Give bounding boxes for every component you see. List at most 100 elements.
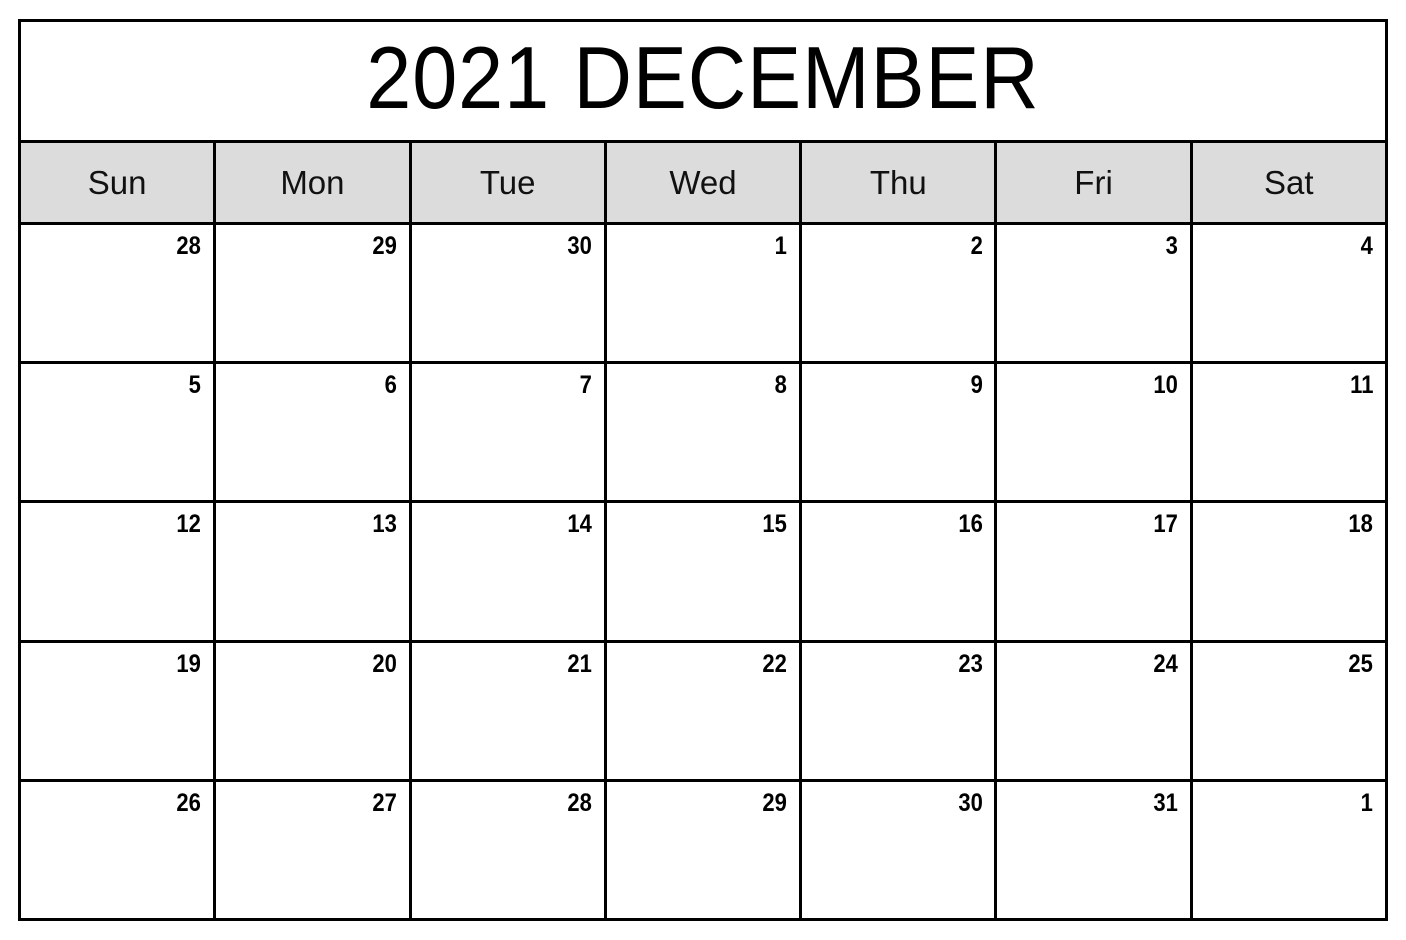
day-cell[interactable]: 30: [802, 781, 998, 919]
day-cell[interactable]: 20: [216, 642, 412, 779]
day-number: 20: [372, 649, 397, 678]
day-cell[interactable]: 30: [411, 225, 607, 362]
day-notes-area[interactable]: [29, 406, 205, 496]
day-notes-area[interactable]: [29, 267, 205, 357]
weekday-header-thursday: Thu: [802, 143, 998, 222]
day-cell[interactable]: 26: [21, 781, 217, 919]
day-cell[interactable]: 24: [997, 642, 1193, 779]
day-notes-area[interactable]: [224, 824, 400, 914]
day-cell[interactable]: 12: [21, 503, 217, 640]
day-number: 5: [189, 371, 202, 400]
day-cell[interactable]: 15: [606, 503, 803, 640]
day-cell[interactable]: 11: [1192, 364, 1385, 501]
day-notes-area[interactable]: [420, 267, 596, 357]
day-number: 29: [762, 788, 788, 817]
weekday-header-sunday: Sun: [21, 143, 217, 222]
day-cell[interactable]: 28: [21, 225, 217, 362]
day-notes-area[interactable]: [615, 545, 791, 635]
day-cell[interactable]: 22: [606, 642, 803, 779]
weekday-header-friday: Fri: [997, 143, 1193, 222]
day-notes-area[interactable]: [615, 824, 791, 914]
day-number: 30: [957, 788, 983, 817]
weekday-header-monday: Mon: [216, 143, 412, 222]
day-notes-area[interactable]: [615, 685, 791, 775]
day-notes-area[interactable]: [29, 545, 205, 635]
day-cell[interactable]: 9: [802, 364, 998, 501]
day-cell[interactable]: 17: [997, 503, 1193, 640]
day-notes-area[interactable]: [1201, 824, 1377, 914]
day-notes-area[interactable]: [1005, 685, 1181, 775]
day-cell[interactable]: 8: [606, 364, 803, 501]
day-notes-area[interactable]: [224, 406, 400, 496]
day-number: 2: [970, 232, 983, 260]
day-notes-area[interactable]: [810, 824, 986, 914]
day-cell[interactable]: 19: [21, 642, 217, 779]
day-notes-area[interactable]: [420, 685, 596, 775]
day-notes-area[interactable]: [615, 406, 791, 496]
day-notes-area[interactable]: [1201, 545, 1377, 635]
day-notes-area[interactable]: [29, 824, 205, 914]
day-cell[interactable]: 18: [1192, 503, 1385, 640]
weekday-label: Mon: [280, 163, 345, 201]
day-number: 15: [762, 510, 788, 539]
day-cell[interactable]: 3: [997, 225, 1193, 362]
day-notes-area[interactable]: [1005, 545, 1181, 635]
day-number: 6: [384, 371, 397, 400]
day-cell[interactable]: 25: [1192, 642, 1385, 779]
day-notes-area[interactable]: [420, 545, 596, 635]
day-number: 28: [176, 232, 202, 260]
day-notes-area[interactable]: [615, 267, 791, 357]
day-notes-area[interactable]: [810, 545, 986, 635]
weekday-header-saturday: Sat: [1192, 143, 1385, 222]
calendar-weeks-body: 28 29 30 1 2 3 4 5 6 7 8 9 10 11 12 13 1…: [21, 225, 1385, 919]
day-cell[interactable]: 29: [606, 781, 803, 919]
day-cell[interactable]: 5: [21, 364, 217, 501]
day-notes-area[interactable]: [810, 267, 986, 357]
day-cell[interactable]: 13: [216, 503, 412, 640]
day-cell[interactable]: 10: [997, 364, 1193, 501]
day-number: 22: [762, 649, 788, 678]
day-number: 10: [1153, 371, 1178, 400]
day-number: 29: [372, 232, 397, 260]
day-notes-area[interactable]: [810, 685, 986, 775]
day-cell[interactable]: 23: [802, 642, 998, 779]
day-notes-area[interactable]: [1201, 267, 1377, 357]
weekday-label: Tue: [479, 163, 536, 201]
week-row: 28 29 30 1 2 3 4: [21, 225, 1385, 365]
weekday-label: Wed: [669, 163, 737, 201]
day-cell[interactable]: 27: [216, 781, 412, 919]
day-notes-area[interactable]: [1201, 406, 1377, 496]
day-notes-area[interactable]: [224, 685, 400, 775]
day-cell[interactable]: 28: [411, 781, 607, 919]
day-notes-area[interactable]: [420, 406, 596, 496]
day-notes-area[interactable]: [1201, 685, 1377, 775]
day-cell[interactable]: 2: [802, 225, 998, 362]
day-notes-area[interactable]: [420, 824, 596, 914]
day-notes-area[interactable]: [29, 685, 205, 775]
day-cell[interactable]: 1: [1192, 781, 1385, 919]
day-cell[interactable]: 31: [997, 781, 1193, 919]
day-cell[interactable]: 29: [216, 225, 412, 362]
day-cell[interactable]: 1: [606, 225, 803, 362]
day-cell[interactable]: 21: [411, 642, 607, 779]
day-notes-area[interactable]: [224, 267, 400, 357]
weekday-header-wednesday: Wed: [606, 143, 803, 222]
day-cell[interactable]: 16: [802, 503, 998, 640]
day-notes-area[interactable]: [224, 545, 400, 635]
weekday-label: Sun: [87, 163, 147, 201]
day-notes-area[interactable]: [1005, 406, 1181, 496]
day-notes-area[interactable]: [1005, 267, 1181, 357]
week-row: 5 6 7 8 9 10 11: [21, 364, 1385, 504]
day-notes-area[interactable]: [1005, 824, 1181, 914]
page-title: 2021 DECEMBER: [366, 28, 1040, 127]
day-number: 28: [567, 788, 592, 817]
week-row: 19 20 21 22 23 24 25: [21, 642, 1385, 782]
day-cell[interactable]: 4: [1192, 225, 1385, 362]
day-cell[interactable]: 7: [411, 364, 607, 501]
day-number: 13: [372, 510, 397, 539]
day-number: 9: [970, 371, 983, 400]
day-number: 14: [567, 510, 592, 539]
day-notes-area[interactable]: [810, 406, 986, 496]
day-cell[interactable]: 14: [411, 503, 607, 640]
day-cell[interactable]: 6: [216, 364, 412, 501]
